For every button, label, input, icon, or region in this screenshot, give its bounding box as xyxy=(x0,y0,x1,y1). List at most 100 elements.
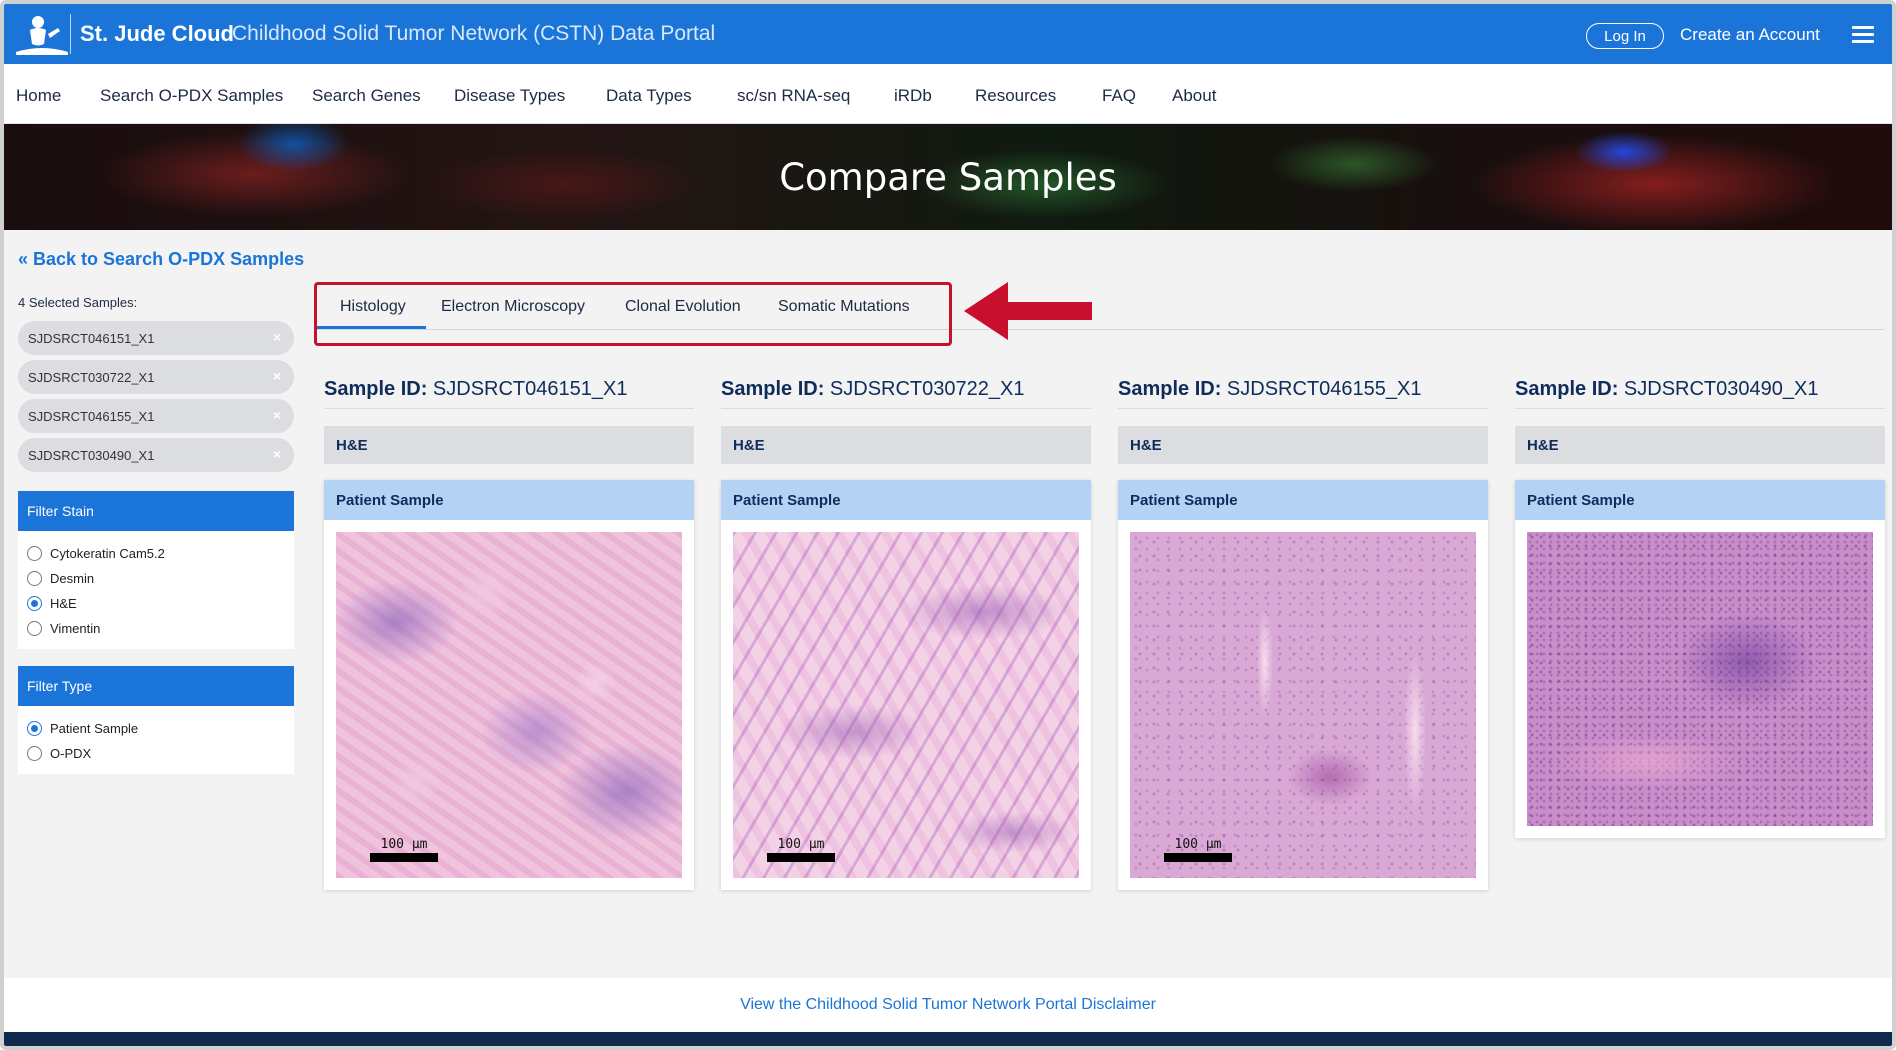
back-to-search-link[interactable]: « Back to Search O-PDX Samples xyxy=(18,249,304,270)
brand-name[interactable]: St. Jude Cloud xyxy=(80,21,234,47)
top-header: St. Jude Cloud Childhood Solid Tumor Net… xyxy=(4,4,1892,64)
sample-id-value: SJDSRCT046151_X1 xyxy=(432,378,628,400)
type-option-patient-sample[interactable]: Patient Sample xyxy=(18,716,294,741)
filter-type-title: Filter Type xyxy=(18,666,294,706)
histology-image[interactable]: 100 µm xyxy=(733,532,1079,878)
nav-item-sc-rna-seq[interactable]: sc/sn RNA-seq xyxy=(737,86,850,106)
sample-id-heading: Sample ID: SJDSRCT046151_X1 xyxy=(324,378,627,401)
nav-item-irdb[interactable]: iRDb xyxy=(894,86,932,106)
chip-label: SJDSRCT030722_X1 xyxy=(28,369,155,385)
type-option-opdx[interactable]: O-PDX xyxy=(18,741,294,766)
create-account-link[interactable]: Create an Account xyxy=(1680,25,1820,45)
sample-id-label: Sample ID: xyxy=(1118,378,1222,400)
stain-option-desmin[interactable]: Desmin xyxy=(18,566,294,591)
chip-label: SJDSRCT046155_X1 xyxy=(28,408,155,424)
selected-sample-chip: SJDSRCT046151_X1 × xyxy=(18,321,294,355)
nav-item-home[interactable]: Home xyxy=(16,86,61,106)
scale-bar: 100 µm xyxy=(370,837,438,862)
logo-divider xyxy=(70,14,71,54)
histology-image[interactable] xyxy=(1527,532,1873,826)
nav-item-search-genes[interactable]: Search Genes xyxy=(312,86,421,106)
disclaimer-link[interactable]: View the Childhood Solid Tumor Network P… xyxy=(4,996,1892,1014)
radio-label: Patient Sample xyxy=(50,721,139,736)
scale-bar-label: 100 µm xyxy=(777,837,825,852)
sample-id-heading: Sample ID: SJDSRCT030490_X1 xyxy=(1515,378,1818,401)
nav-item-disease-types[interactable]: Disease Types xyxy=(454,86,565,106)
radio-label: O-PDX xyxy=(50,746,92,761)
radio-button-selected[interactable] xyxy=(27,721,42,736)
scale-bar-line xyxy=(767,853,835,862)
stain-option-he[interactable]: H&E xyxy=(18,591,294,616)
nav-item-search-opdx[interactable]: Search O-PDX Samples xyxy=(100,86,283,106)
radio-label: Cytokeratin Cam5.2 xyxy=(50,546,165,561)
histology-image[interactable]: 100 µm xyxy=(1130,532,1476,878)
stain-header: H&E xyxy=(1118,426,1488,464)
stain-header: H&E xyxy=(721,426,1091,464)
sample-type-header: Patient Sample xyxy=(721,480,1091,520)
radio-button-selected[interactable] xyxy=(27,596,42,611)
histology-image[interactable]: 100 µm xyxy=(336,532,682,878)
radio-button[interactable] xyxy=(27,746,42,761)
sample-id-label: Sample ID: xyxy=(324,378,428,400)
remove-chip-icon[interactable]: × xyxy=(270,330,284,344)
radio-button[interactable] xyxy=(27,546,42,561)
scale-bar-label: 100 µm xyxy=(380,837,428,852)
radio-label: H&E xyxy=(50,596,77,611)
remove-chip-icon[interactable]: × xyxy=(270,369,284,383)
nav-item-resources[interactable]: Resources xyxy=(975,86,1056,106)
chip-label: SJDSRCT046151_X1 xyxy=(28,330,155,346)
radio-label: Vimentin xyxy=(50,621,101,636)
radio-label: Desmin xyxy=(50,571,95,586)
radio-button[interactable] xyxy=(27,571,42,586)
portal-subtitle[interactable]: Childhood Solid Tumor Network (CSTN) Dat… xyxy=(232,22,715,46)
remove-chip-icon[interactable]: × xyxy=(270,447,284,461)
hamburger-menu-icon[interactable] xyxy=(1852,26,1874,44)
scale-bar-line xyxy=(370,853,438,862)
sample-id-value: SJDSRCT030490_X1 xyxy=(1623,378,1819,400)
sample-id-label: Sample ID: xyxy=(721,378,825,400)
filter-type-panel: Filter Type Patient Sample O-PDX xyxy=(18,666,294,774)
radio-button[interactable] xyxy=(27,621,42,636)
nav-item-faq[interactable]: FAQ xyxy=(1102,86,1136,106)
stain-header: H&E xyxy=(324,426,694,464)
scale-bar: 100 µm xyxy=(767,837,835,862)
main-nav: Home Search O-PDX Samples Search Genes D… xyxy=(4,64,1892,124)
chip-label: SJDSRCT030490_X1 xyxy=(28,447,155,463)
histology-card: Patient Sample 100 µm xyxy=(721,480,1091,890)
sample-type-header: Patient Sample xyxy=(1118,480,1488,520)
column-divider xyxy=(1515,408,1885,409)
column-divider xyxy=(324,408,694,409)
sample-id-label: Sample ID: xyxy=(1515,378,1619,400)
filter-stain-panel: Filter Stain Cytokeratin Cam5.2 Desmin H… xyxy=(18,491,294,649)
sample-type-header: Patient Sample xyxy=(324,480,694,520)
histology-card: Patient Sample xyxy=(1515,480,1885,838)
scale-bar-label: 100 µm xyxy=(1174,837,1222,852)
filter-stain-title: Filter Stain xyxy=(18,491,294,531)
nav-item-data-types[interactable]: Data Types xyxy=(606,86,692,106)
selected-sample-chip: SJDSRCT030722_X1 × xyxy=(18,360,294,394)
stain-option-cytokeratin[interactable]: Cytokeratin Cam5.2 xyxy=(18,541,294,566)
browser-frame: St. Jude Cloud Childhood Solid Tumor Net… xyxy=(0,0,1896,1050)
footer-band xyxy=(4,1032,1892,1046)
sample-id-heading: Sample ID: SJDSRCT046155_X1 xyxy=(1118,378,1421,401)
column-divider xyxy=(1118,408,1488,409)
remove-chip-icon[interactable]: × xyxy=(270,408,284,422)
selected-sample-chip: SJDSRCT030490_X1 × xyxy=(18,438,294,472)
annotation-arrow-icon xyxy=(964,282,1092,340)
login-button[interactable]: Log In xyxy=(1586,23,1664,49)
sample-id-value: SJDSRCT030722_X1 xyxy=(829,378,1025,400)
column-divider xyxy=(721,408,1091,409)
histology-card: Patient Sample 100 µm xyxy=(324,480,694,890)
selected-samples-count: 4 Selected Samples: xyxy=(18,295,138,310)
stain-option-vimentin[interactable]: Vimentin xyxy=(18,616,294,641)
histology-card: Patient Sample 100 µm xyxy=(1118,480,1488,890)
sample-id-value: SJDSRCT046155_X1 xyxy=(1226,378,1422,400)
st-jude-logo-icon[interactable] xyxy=(14,14,70,56)
sample-id-heading: Sample ID: SJDSRCT030722_X1 xyxy=(721,378,1024,401)
scale-bar: 100 µm xyxy=(1164,837,1232,862)
page-banner: Compare Samples xyxy=(4,124,1892,230)
nav-item-about[interactable]: About xyxy=(1172,86,1216,106)
selected-sample-chip: SJDSRCT046155_X1 × xyxy=(18,399,294,433)
footer: View the Childhood Solid Tumor Network P… xyxy=(4,978,1892,1032)
stain-header: H&E xyxy=(1515,426,1885,464)
